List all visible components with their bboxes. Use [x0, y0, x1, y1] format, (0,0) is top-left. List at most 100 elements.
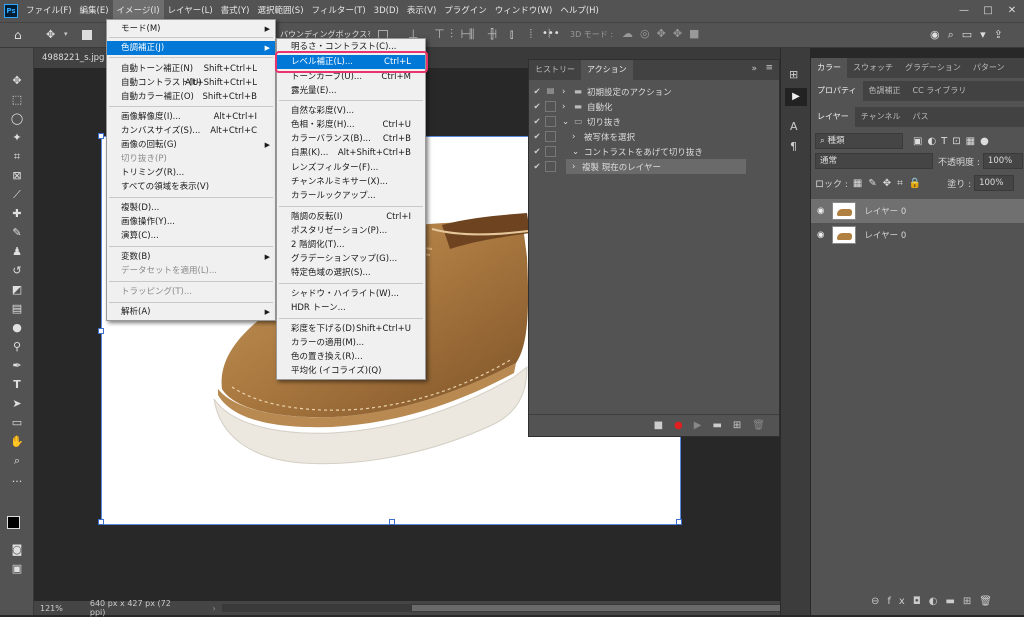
- foreground-color-swatch[interactable]: [7, 516, 20, 529]
- lasso-tool-icon[interactable]: ◯: [8, 110, 26, 128]
- check-icon[interactable]: ✔: [529, 117, 545, 127]
- chevron-right-icon[interactable]: ›: [572, 162, 582, 172]
- pen-tool-icon[interactable]: ✒: [8, 357, 26, 375]
- character-icon[interactable]: A: [790, 120, 798, 133]
- chevron-down-icon[interactable]: ▾: [64, 30, 68, 38]
- menu-item-mode[interactable]: モード(M) ▶: [107, 22, 275, 36]
- lock-icons[interactable]: ▦✎✥⌗🔒: [853, 178, 927, 189]
- action-row[interactable]: ✔ ⌄ コントラストをあげて切り抜き: [529, 144, 779, 159]
- menu-window[interactable]: ウィンドウ(W): [491, 0, 557, 22]
- menu-item-color-balance[interactable]: カラーバランス(B)... Ctrl+B: [277, 132, 425, 146]
- transform-handle[interactable]: [98, 519, 104, 525]
- history-brush-icon[interactable]: ↺: [8, 262, 26, 280]
- menu-item-auto-color[interactable]: 自動カラー補正(O) Shift+Ctrl+B: [107, 90, 275, 104]
- transform-handle[interactable]: [98, 328, 104, 334]
- layers-footer-icons[interactable]: ⊖fx◘◐▬⊞🗑: [871, 596, 1000, 607]
- menu-item-selective-color[interactable]: 特定色域の選択(S)...: [277, 266, 425, 280]
- dialog-toggle[interactable]: [545, 101, 556, 112]
- action-row[interactable]: ✔ › 被写体を選択: [529, 129, 779, 144]
- distribute-icons[interactable]: ⫶ ⫼ ⫿ ⫾ ⦙ ⦚: [450, 27, 556, 42]
- menu-item-rotation[interactable]: 画像の回転(G) ▶: [107, 138, 275, 152]
- record-icon[interactable]: ●: [674, 420, 683, 431]
- tab-color[interactable]: カラー: [811, 58, 847, 78]
- actions-icon[interactable]: ▶: [785, 88, 807, 106]
- menu-filter[interactable]: フィルター(T): [308, 0, 370, 22]
- menu-item-desaturate[interactable]: 彩度を下げる(D) Shift+Ctrl+U: [277, 322, 425, 336]
- menu-item-auto-tone[interactable]: 自動トーン補正(N) Shift+Ctrl+L: [107, 62, 275, 76]
- menu-item-vibrance[interactable]: 自然な彩度(V)...: [277, 104, 425, 118]
- check-icon[interactable]: ✔: [529, 132, 545, 142]
- tab-actions[interactable]: アクション: [581, 60, 633, 80]
- blend-mode-select[interactable]: 通常: [815, 153, 933, 169]
- new-set-icon[interactable]: ▬: [712, 420, 721, 431]
- menu-item-hue-saturation[interactable]: 色相・彩度(H)... Ctrl+U: [277, 118, 425, 132]
- menu-item-equalize[interactable]: 平均化 (イコライズ)(Q): [277, 364, 425, 378]
- dialog-toggle[interactable]: [545, 131, 556, 142]
- menu-item-calculations[interactable]: 演算(C)...: [107, 229, 275, 243]
- tab-patterns[interactable]: パターン: [967, 58, 1011, 78]
- chevron-right-icon[interactable]: ›: [213, 604, 216, 613]
- menu-item-posterize[interactable]: ポスタリゼーション(P)...: [277, 224, 425, 238]
- menu-item-replace-color[interactable]: 色の置き換え(R)...: [277, 350, 425, 364]
- menu-item-black-white[interactable]: 白黒(K)... Alt+Shift+Ctrl+B: [277, 146, 425, 160]
- tab-gradients[interactable]: グラデーション: [899, 58, 967, 78]
- action-set-row[interactable]: ✔ ▤ › ▬ 初期設定のアクション: [529, 84, 779, 99]
- chevron-down-icon[interactable]: ⌄: [562, 117, 574, 127]
- menu-item-apply-image[interactable]: 画像操作(Y)...: [107, 215, 275, 229]
- new-action-icon[interactable]: ⊞: [733, 420, 741, 431]
- menu-item-image-size[interactable]: 画像解像度(I)... Alt+Ctrl+I: [107, 110, 275, 124]
- maximize-button[interactable]: □: [976, 0, 1000, 22]
- tab-properties[interactable]: プロパティ: [811, 81, 863, 101]
- play-icon[interactable]: ▶: [694, 420, 702, 431]
- dialog-toggle[interactable]: [545, 116, 556, 127]
- menu-item-auto-contrast[interactable]: 自動コントラスト(U) Alt+Shift+Ctrl+L: [107, 76, 275, 90]
- healing-brush-icon[interactable]: ✚: [8, 205, 26, 223]
- menu-item-variables[interactable]: 変数(B) ▶: [107, 250, 275, 264]
- frame-tool-icon[interactable]: ⊠: [8, 167, 26, 185]
- eraser-icon[interactable]: ◩: [8, 281, 26, 299]
- chevron-right-icon[interactable]: ›: [562, 87, 574, 97]
- transform-handle[interactable]: [98, 133, 104, 139]
- eye-icon[interactable]: ◉: [817, 206, 824, 216]
- layer-name[interactable]: レイヤー 0: [864, 205, 906, 217]
- path-select-icon[interactable]: ➤: [8, 395, 26, 413]
- check-icon[interactable]: ✔: [529, 162, 545, 172]
- menu-item-hdr-toning[interactable]: HDR トーン...: [277, 301, 425, 315]
- chevron-down-icon[interactable]: ⌄: [572, 147, 584, 157]
- history-icon[interactable]: ⊞: [789, 68, 798, 81]
- quick-mask-icon[interactable]: ◙: [8, 541, 26, 559]
- more-button[interactable]: •••: [542, 28, 560, 39]
- brush-tool-icon[interactable]: ✎: [8, 224, 26, 242]
- stop-icon[interactable]: ■: [654, 420, 663, 431]
- tab-history[interactable]: ヒストリー: [529, 60, 581, 80]
- rectangle-tool-icon[interactable]: ▭: [8, 414, 26, 432]
- home-icon[interactable]: ⌂: [14, 28, 22, 42]
- action-set-row[interactable]: ✔ ⌄ ▭ 切り抜き: [529, 114, 779, 129]
- menu-item-canvas-size[interactable]: カンバスサイズ(S)... Alt+Ctrl+C: [107, 124, 275, 138]
- menu-plugins[interactable]: プラグイン: [440, 0, 491, 22]
- type-tool-icon[interactable]: T: [8, 376, 26, 394]
- dialog-toggle[interactable]: [545, 146, 556, 157]
- menu-item-invert[interactable]: 階調の反転(I) Ctrl+I: [277, 210, 425, 224]
- menu-file[interactable]: ファイル(F): [22, 0, 76, 22]
- photoshop-logo[interactable]: Ps: [0, 0, 22, 22]
- minimize-button[interactable]: —: [952, 0, 976, 22]
- eye-icon[interactable]: ◉: [817, 230, 824, 240]
- dialog-toggle[interactable]: [545, 161, 556, 172]
- eyedropper-icon[interactable]: ⟋: [8, 186, 26, 204]
- menu-item-reveal-all[interactable]: すべての領域を表示(V): [107, 180, 275, 194]
- blur-tool-icon[interactable]: ●: [8, 319, 26, 337]
- move-tool-icon[interactable]: ✥: [46, 28, 55, 41]
- screen-mode-icon[interactable]: ▣: [8, 560, 26, 578]
- tab-swatches[interactable]: スウォッチ: [847, 58, 899, 78]
- search-icon[interactable]: ◉⌕▭▾⇪: [930, 28, 1011, 42]
- magic-wand-icon[interactable]: ✦: [8, 129, 26, 147]
- gradient-tool-icon[interactable]: ▤: [8, 300, 26, 318]
- move-tool-icon[interactable]: ✥: [8, 72, 26, 90]
- transform-handle[interactable]: [389, 519, 395, 525]
- menu-item-color-lookup[interactable]: カラールックアップ...: [277, 189, 425, 203]
- transform-handle[interactable]: [676, 519, 682, 525]
- menu-3d[interactable]: 3D(D): [370, 0, 403, 22]
- document-info[interactable]: 640 px x 427 px (72 ppi): [90, 599, 189, 617]
- 3d-mode-icons[interactable]: ☁◎✥✥■: [622, 27, 706, 40]
